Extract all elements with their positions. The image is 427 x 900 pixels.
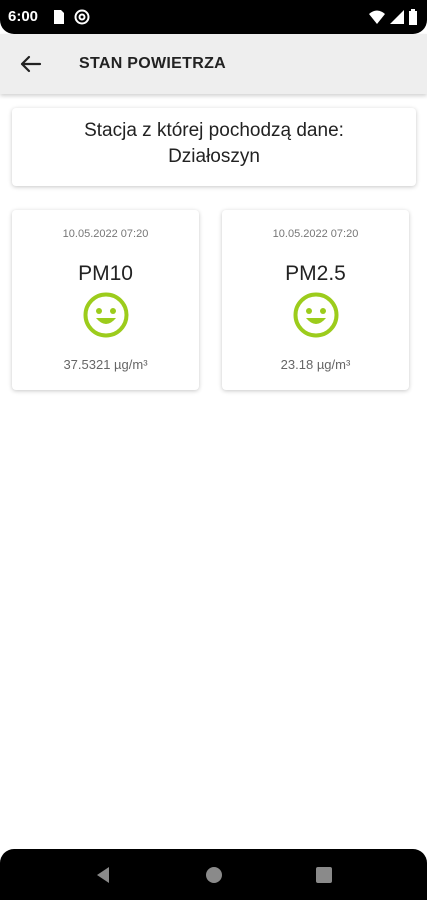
station-name: Działoszyn xyxy=(168,146,260,167)
pollutant-value: 23.18 µg/m³ xyxy=(280,357,351,372)
system-nav-bar xyxy=(0,849,427,900)
back-button[interactable] xyxy=(14,48,48,80)
smiley-icon xyxy=(83,292,129,338)
status-bar: 6:00 xyxy=(0,0,427,34)
battery-icon xyxy=(409,9,417,25)
home-circle-icon[interactable] xyxy=(204,865,224,885)
pollutant-name: PM10 xyxy=(78,262,133,285)
recents-square-icon[interactable] xyxy=(314,865,334,885)
at-sign-icon xyxy=(74,9,90,25)
measurement-date: 10.05.2022 07:20 xyxy=(272,228,359,240)
arrow-left-icon xyxy=(20,55,42,73)
page-title: STAN POWIETRZA xyxy=(79,55,227,72)
pollutant-value: 37.5321 µg/m³ xyxy=(63,357,148,372)
pm10-card[interactable]: 10.05.2022 07:20 PM10 37.5321 µg/m³ xyxy=(12,210,199,390)
pm25-card[interactable]: 10.05.2022 07:20 PM2.5 23.18 µg/m³ xyxy=(222,210,409,390)
signal-icon xyxy=(390,10,404,24)
station-card: Stacja z której pochodzą dane: Działoszy… xyxy=(12,108,416,186)
wifi-icon xyxy=(369,10,385,24)
back-triangle-icon[interactable] xyxy=(94,865,114,885)
sd-card-icon xyxy=(54,10,64,24)
smiley-icon xyxy=(293,292,339,338)
pollutant-name: PM2.5 xyxy=(285,262,346,285)
station-label: Stacja z której pochodzą dane: xyxy=(84,120,344,141)
measurement-date: 10.05.2022 07:20 xyxy=(62,228,149,240)
status-time: 6:00 xyxy=(8,8,39,25)
app-bar: STAN POWIETRZA xyxy=(0,34,427,94)
